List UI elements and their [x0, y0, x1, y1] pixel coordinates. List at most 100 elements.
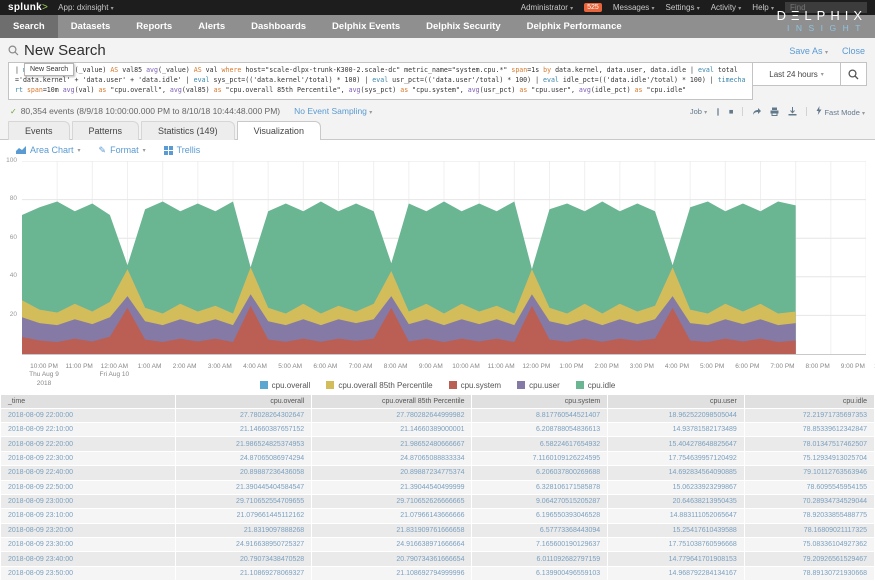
- cell-time[interactable]: 2018-08-09 23:50:00: [1, 567, 175, 580]
- cell-value[interactable]: 21.108692794999996: [312, 567, 471, 580]
- cell-value[interactable]: 21.14660389000001: [312, 423, 471, 436]
- trellis-button[interactable]: Trellis: [164, 145, 201, 156]
- nav-item-delphix-events[interactable]: Delphix Events: [319, 15, 413, 38]
- cell-value[interactable]: 21.8319097888268: [176, 524, 312, 537]
- cell-value[interactable]: 75.12934913025704: [745, 452, 874, 465]
- column-header-cpu-overall[interactable]: cpu.overall: [176, 395, 312, 408]
- job-menu[interactable]: Job ▾: [690, 107, 707, 116]
- cell-value[interactable]: 6.206037800269688: [472, 466, 607, 479]
- format-button[interactable]: ✎ Format ▾: [99, 145, 146, 156]
- cell-value[interactable]: 20.790734361666654: [312, 552, 471, 565]
- nav-item-reports[interactable]: Reports: [123, 15, 185, 38]
- cell-value[interactable]: 21.14660387657152: [176, 423, 312, 436]
- cell-value[interactable]: 15.404278648825647: [608, 437, 744, 450]
- cell-value[interactable]: 24.87065088833334: [312, 452, 471, 465]
- cell-value[interactable]: 78.92033855488775: [745, 509, 874, 522]
- cell-value[interactable]: 24.916638950725327: [176, 538, 312, 551]
- column-header-cpu-overall-85th-percentile[interactable]: cpu.overall 85th Percentile: [312, 395, 471, 408]
- share-button[interactable]: [752, 107, 761, 116]
- cell-value[interactable]: 20.64638213950435: [608, 495, 744, 508]
- cell-value[interactable]: 21.079661445112162: [176, 509, 312, 522]
- nav-item-datasets[interactable]: Datasets: [58, 15, 124, 38]
- cell-value[interactable]: 29.710652626666665: [312, 495, 471, 508]
- time-range-picker[interactable]: Last 24 hours▾: [753, 62, 841, 86]
- cell-value[interactable]: 27.780282644999982: [312, 409, 471, 422]
- cell-value[interactable]: 17.754639957120492: [608, 452, 744, 465]
- cell-value[interactable]: 14.692834564090885: [608, 466, 744, 479]
- cell-value[interactable]: 15.25417610439588: [608, 524, 744, 537]
- tab-statistics-149[interactable]: Statistics (149): [141, 121, 235, 140]
- cell-value[interactable]: 75.08336104927362: [745, 538, 874, 551]
- print-button[interactable]: [770, 107, 779, 116]
- stop-button[interactable]: ■: [729, 107, 734, 116]
- cell-value[interactable]: 29.710652554709655: [176, 495, 312, 508]
- cell-value[interactable]: 78.85339612342847: [745, 423, 874, 436]
- chart-type-button[interactable]: Area Chart ▾: [16, 145, 81, 156]
- cell-time[interactable]: 2018-08-09 22:40:00: [1, 466, 175, 479]
- cell-value[interactable]: 21.39044540499999: [312, 481, 471, 494]
- cell-time[interactable]: 2018-08-09 22:00:00: [1, 409, 175, 422]
- close-button[interactable]: Close: [842, 46, 865, 56]
- cell-time[interactable]: 2018-08-09 22:20:00: [1, 437, 175, 450]
- cell-value[interactable]: 21.07966143666666: [312, 509, 471, 522]
- cell-value[interactable]: 6.328106171585878: [472, 481, 607, 494]
- save-as-button[interactable]: Save As ▾: [789, 46, 828, 56]
- app-menu[interactable]: App: dxinsight ▾: [58, 3, 114, 12]
- cell-value[interactable]: 17.751038760596668: [608, 538, 744, 551]
- cell-time[interactable]: 2018-08-09 23:00:00: [1, 495, 175, 508]
- user-menu[interactable]: Administrator ▾: [521, 3, 573, 12]
- cell-value[interactable]: 6.58224617654932: [472, 437, 607, 450]
- cell-value[interactable]: 20.89887234775374: [312, 466, 471, 479]
- cell-value[interactable]: 70.28934734529044: [745, 495, 874, 508]
- cell-value[interactable]: 21.986524825374953: [176, 437, 312, 450]
- nav-item-delphix-security[interactable]: Delphix Security: [413, 15, 513, 38]
- cell-value[interactable]: 6.011092682797159: [472, 552, 607, 565]
- column-header-cpu-system[interactable]: cpu.system: [472, 395, 607, 408]
- cell-time[interactable]: 2018-08-09 23:10:00: [1, 509, 175, 522]
- cell-value[interactable]: 7.1160109126224595: [472, 452, 607, 465]
- splunk-logo[interactable]: splunk>: [8, 2, 48, 13]
- pause-button[interactable]: ∥: [716, 107, 720, 116]
- column-header-cpu-user[interactable]: cpu.user: [608, 395, 744, 408]
- event-sampling-menu[interactable]: No Event Sampling ▾: [294, 106, 372, 116]
- cell-value[interactable]: 21.831909761666658: [312, 524, 471, 537]
- cell-value[interactable]: 6.208788054836613: [472, 423, 607, 436]
- cell-value[interactable]: 14.883111052065647: [608, 509, 744, 522]
- cell-value[interactable]: 14.779641701908153: [608, 552, 744, 565]
- cell-value[interactable]: 78.89130721930668: [745, 567, 874, 580]
- chart-plot-area[interactable]: [22, 161, 866, 356]
- cell-value[interactable]: 24.87065086974294: [176, 452, 312, 465]
- cell-value[interactable]: 6.57773368443094: [472, 524, 607, 537]
- cell-time[interactable]: 2018-08-09 22:50:00: [1, 481, 175, 494]
- cell-time[interactable]: 2018-08-09 23:30:00: [1, 538, 175, 551]
- cell-value[interactable]: 78.6095545954155: [745, 481, 874, 494]
- export-button[interactable]: [788, 107, 797, 116]
- search-query-input[interactable]: | mstats perc85(_value) AS val85 avg(_va…: [8, 62, 753, 100]
- cell-value[interactable]: 20.89887236436058: [176, 466, 312, 479]
- tab-visualization[interactable]: Visualization: [237, 121, 321, 140]
- nav-item-dashboards[interactable]: Dashboards: [238, 15, 319, 38]
- cell-value[interactable]: 78.01347517462507: [745, 437, 874, 450]
- activity-menu[interactable]: Activity ▾: [711, 3, 742, 12]
- cell-value[interactable]: 14.93781582173489: [608, 423, 744, 436]
- cell-value[interactable]: 79.10112763563946: [745, 466, 874, 479]
- cell-time[interactable]: 2018-08-09 22:10:00: [1, 423, 175, 436]
- cell-value[interactable]: 72.21971735697353: [745, 409, 874, 422]
- cell-value[interactable]: 8.817760544521407: [472, 409, 607, 422]
- cell-value[interactable]: 7.165600190129637: [472, 538, 607, 551]
- cell-time[interactable]: 2018-08-09 22:30:00: [1, 452, 175, 465]
- help-menu[interactable]: Help ▾: [752, 3, 774, 12]
- cell-value[interactable]: 78.16809021117325: [745, 524, 874, 537]
- cell-value[interactable]: 27.78028264302647: [176, 409, 312, 422]
- tab-patterns[interactable]: Patterns: [72, 121, 140, 140]
- messages-menu[interactable]: Messages ▾: [613, 3, 655, 12]
- search-mode-menu[interactable]: Fast Mode ▾: [816, 106, 865, 117]
- cell-time[interactable]: 2018-08-09 23:40:00: [1, 552, 175, 565]
- cell-value[interactable]: 24.916638971666664: [312, 538, 471, 551]
- cell-value[interactable]: 21.390445404584547: [176, 481, 312, 494]
- cell-time[interactable]: 2018-08-09 23:20:00: [1, 524, 175, 537]
- column-header-cpu-idle[interactable]: cpu.idle: [745, 395, 874, 408]
- cell-value[interactable]: 6.196550393046528: [472, 509, 607, 522]
- settings-menu[interactable]: Settings ▾: [666, 3, 700, 12]
- cell-value[interactable]: 6.139900496559103: [472, 567, 607, 580]
